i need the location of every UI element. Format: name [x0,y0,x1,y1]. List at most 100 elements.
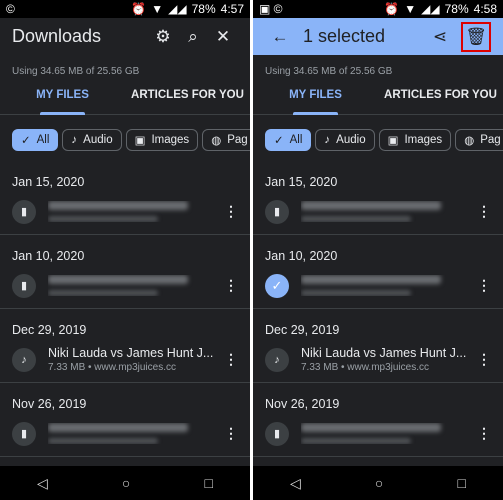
document-icon: ▮ [12,421,36,446]
chip-audio[interactable]: ♪ Audio [62,129,122,151]
home-nav-icon[interactable]: ○ [375,475,383,491]
date-header: Jan 15, 2020 [265,175,338,189]
document-icon: ▮ [265,199,289,224]
list-item[interactable]: ♪ Niki Lauda vs James Hunt J... 7.33 MB • … [0,337,250,383]
blurred-file-meta [301,216,411,222]
app-bar: Downloads ⚙ ⌕ ✕ [0,18,250,55]
date-header: Jan 15, 2020 [12,175,85,189]
back-nav-icon[interactable]: ◁ [290,475,301,492]
date-header: Nov 26, 2019 [12,397,87,411]
battery-level: 78% [444,2,469,16]
list-item[interactable]: ▮ ⋮ [0,411,250,457]
tab-my-files[interactable]: MY FILES [253,89,378,115]
audio-chip-icon: ♪ [71,134,78,146]
file-name: Niki Lauda vs James Hunt J... [301,346,467,360]
document-icon: ▮ [12,273,36,298]
document-icon: ▮ [265,421,289,446]
file-meta: 7.33 MB • www.mp3juices.cc [48,362,176,373]
file-name: Niki Lauda vs James Hunt J... [48,346,214,360]
close-icon[interactable]: ✕ [208,27,238,47]
delete-trash-icon[interactable]: 🗑 [461,21,491,52]
blurred-file-name [48,275,188,284]
selection-count: 1 selected [303,26,386,46]
wifi-icon: ▼ [151,2,164,16]
blurred-file-meta [301,438,411,444]
selection-bar: ← 1 selected ⋖ 🗑 [253,18,503,55]
date-header: Dec 29, 2019 [265,323,340,337]
clock: 4:57 [220,2,244,16]
list-item[interactable]: ▮ ⋮ [253,411,503,457]
tab-bar: MY FILES ARTICLES FOR YOU [253,89,503,115]
notification-icons: © [6,2,15,16]
all-chip-icon: ✓ [21,135,31,147]
list-item[interactable]: ▮ ⋮ [0,263,250,309]
search-icon[interactable]: ⌕ [178,27,208,47]
chip-images[interactable]: ▣ Images [378,129,452,151]
tab-articles[interactable]: ARTICLES FOR YOU [125,89,250,114]
navigation-bar: ◁ ○ □ [0,466,250,500]
more-options-icon[interactable]: ⋮ [224,425,238,442]
more-options-icon[interactable]: ⋮ [224,351,238,368]
chip-all[interactable]: ✓ All [265,129,312,151]
chip-pages[interactable]: ◍ Pag [202,129,250,151]
chip-audio[interactable]: ♪ Audio [315,129,375,151]
recents-nav-icon[interactable]: □ [457,475,465,491]
navigation-bar: ◁ ○ □ [253,466,503,500]
home-nav-icon[interactable]: ○ [122,475,130,491]
settings-icon[interactable]: ⚙ [148,27,178,47]
back-nav-icon[interactable]: ◁ [37,475,48,492]
back-arrow-icon[interactable]: ← [265,27,295,47]
filter-chips: ✓ All ♪ Audio ▣ Images ◍ Pag [0,115,250,151]
alarm-icon: ⏰ [131,2,147,16]
list-item[interactable]: ▮ ⋮ [0,189,250,235]
images-chip-icon: ▣ [387,135,399,147]
blurred-file-meta [48,438,158,444]
page-title: Downloads [12,26,102,46]
chip-images[interactable]: ▣ Images [125,129,199,151]
list-item[interactable]: ▮ ⋮ [253,189,503,235]
status-bar: ▣ © ⏰ ▼ ◢◢ 78% 4:58 [253,0,503,18]
recents-nav-icon[interactable]: □ [204,475,212,491]
battery-level: 78% [191,2,216,16]
alarm-icon: ⏰ [384,2,400,16]
clock: 4:58 [473,2,497,16]
signal-icon: ◢◢ [421,2,440,16]
more-options-icon[interactable]: ⋮ [477,203,491,220]
filter-chips: ✓ All ♪ Audio ▣ Images ◍ Pag [253,115,503,151]
date-header: Jan 10, 2020 [265,249,338,263]
share-icon[interactable]: ⋖ [425,27,455,47]
blurred-file-name [301,275,441,284]
storage-usage: Using 34.65 MB of 25.56 GB [12,66,140,77]
tab-bar: MY FILES ARTICLES FOR YOU [0,89,250,115]
pages-chip-icon: ◍ [464,135,475,147]
blurred-file-meta [301,290,411,296]
date-header: Jan 10, 2020 [12,249,85,263]
list-item[interactable]: ✓ ⋮ [253,263,503,309]
more-options-icon[interactable]: ⋮ [477,425,491,442]
more-options-icon[interactable]: ⋮ [224,277,238,294]
music-file-icon: ♪ [12,347,36,372]
list-item[interactable]: ♪ Niki Lauda vs James Hunt J... 7.33 MB • … [253,337,503,383]
music-file-icon: ♪ [265,347,289,372]
document-icon: ▮ [12,199,36,224]
tab-articles[interactable]: ARTICLES FOR YOU [378,89,503,114]
chip-pages[interactable]: ◍ Pag [455,129,503,151]
date-header: Nov 26, 2019 [265,397,340,411]
status-bar: © ⏰ ▼ ◢◢ 78% 4:57 [0,0,250,18]
blurred-file-meta [48,290,158,296]
more-options-icon[interactable]: ⋮ [477,277,491,294]
more-options-icon[interactable]: ⋮ [224,203,238,220]
more-options-icon[interactable]: ⋮ [477,351,491,368]
selected-check-icon: ✓ [265,273,289,298]
pages-chip-icon: ◍ [211,135,222,147]
blurred-file-meta [48,216,158,222]
blurred-file-name [48,423,188,432]
chip-all[interactable]: ✓ All [12,129,59,151]
audio-chip-icon: ♪ [324,134,331,146]
blurred-file-name [301,423,441,432]
panel-after: ▣ © ⏰ ▼ ◢◢ 78% 4:58 ← 1 selected ⋖ 🗑 Using 34.65 M… [253,0,503,500]
signal-icon: ◢◢ [168,2,187,16]
tab-my-files[interactable]: MY FILES [0,89,125,115]
file-meta: 7.33 MB • www.mp3juices.cc [301,362,429,373]
notification-icons: ▣ © [259,2,283,16]
